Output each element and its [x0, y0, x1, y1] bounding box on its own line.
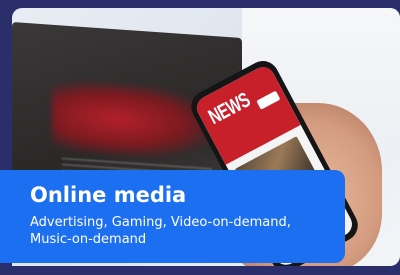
laptop-red-graphic: [52, 79, 212, 161]
card-caption-banner: Online media Advertising, Gaming, Video-…: [0, 170, 345, 263]
news-app-button: [256, 90, 281, 110]
card-title: Online media: [30, 183, 187, 207]
online-media-card[interactable]: NEWS Online media Advertising, Gaming, V…: [0, 0, 400, 275]
news-headline: NEWS: [204, 88, 255, 130]
card-subtitle: Advertising, Gaming, Video-on-demand, Mu…: [30, 215, 291, 247]
